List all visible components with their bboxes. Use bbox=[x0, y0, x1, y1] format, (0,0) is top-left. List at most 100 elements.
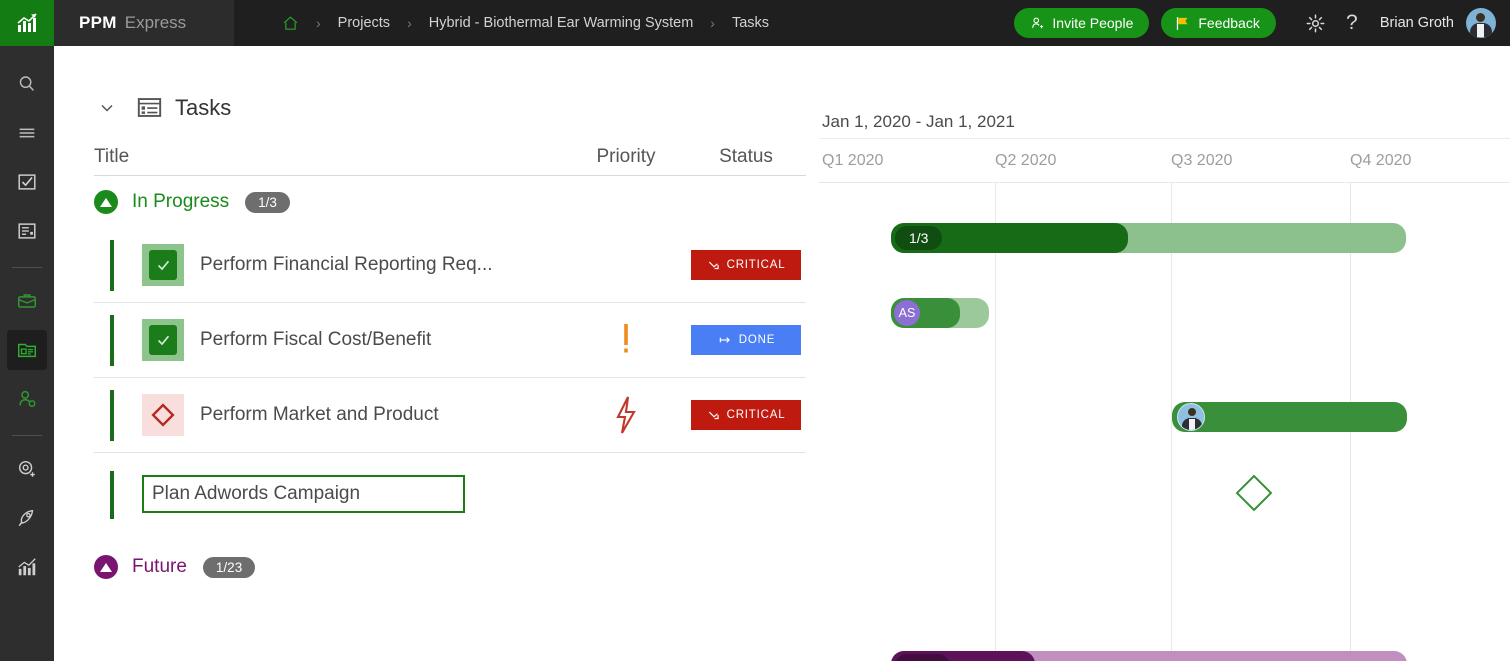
feedback-button[interactable]: Feedback bbox=[1161, 8, 1276, 38]
quarter-label-q2: Q2 2020 bbox=[995, 152, 1057, 169]
row-type-icon[interactable] bbox=[142, 244, 184, 286]
brand-name[interactable]: PPM Express bbox=[54, 0, 234, 46]
settings-button[interactable] bbox=[1298, 5, 1334, 41]
gantt-bar-future-summary[interactable]: 1/23 bbox=[891, 651, 1407, 661]
dashboard-folder-icon bbox=[18, 343, 36, 358]
table-row[interactable]: Perform Financial Reporting Req... CRITI… bbox=[94, 228, 806, 303]
row-color-bar bbox=[110, 390, 114, 441]
task-status-cell[interactable]: DONE bbox=[686, 325, 806, 355]
quarter-label-q4: Q4 2020 bbox=[1350, 152, 1412, 169]
group-name-in-progress: In Progress bbox=[132, 191, 230, 212]
new-task-row bbox=[94, 453, 806, 535]
help-button[interactable]: ? bbox=[1334, 5, 1370, 41]
group-header-in-progress[interactable]: In Progress 1/3 bbox=[94, 176, 819, 228]
sidebar-divider-2 bbox=[12, 435, 42, 436]
new-task-input[interactable] bbox=[142, 475, 465, 513]
checkbox-checked-icon[interactable] bbox=[142, 244, 184, 286]
breadcrumb-separator-1: › bbox=[316, 15, 321, 31]
status-badge[interactable]: CRITICAL bbox=[691, 400, 801, 430]
breadcrumb-tasks[interactable]: Tasks bbox=[732, 15, 769, 31]
table-row[interactable]: Perform Market and Product CRITICAL bbox=[94, 378, 806, 453]
task-priority-cell[interactable] bbox=[566, 395, 686, 435]
triangle-up-icon bbox=[100, 562, 112, 572]
invite-people-button[interactable]: Invite People bbox=[1014, 8, 1150, 38]
avatar-shirt bbox=[1189, 419, 1195, 430]
gantt-bar-fiscal-cost-benefit[interactable] bbox=[1172, 402, 1407, 432]
triangle-up-icon bbox=[100, 197, 112, 207]
breadcrumb-home[interactable] bbox=[282, 15, 299, 32]
search-icon bbox=[19, 76, 34, 91]
sidebar-item-menu[interactable] bbox=[7, 113, 47, 153]
table-view-icon-wrap[interactable] bbox=[136, 94, 163, 121]
group-toggle-in-progress[interactable] bbox=[94, 190, 118, 214]
assignee-avatar-photo[interactable] bbox=[1177, 403, 1205, 431]
row-type-icon[interactable] bbox=[142, 394, 184, 436]
row-type-icon[interactable] bbox=[142, 319, 184, 361]
sidebar-item-resources[interactable] bbox=[7, 379, 47, 419]
task-status-cell[interactable]: CRITICAL bbox=[686, 400, 806, 430]
gantt-bar-financial-reporting[interactable]: AS bbox=[891, 298, 989, 328]
sidebar-item-my-tasks[interactable] bbox=[7, 162, 47, 202]
status-badge[interactable]: CRITICAL bbox=[691, 250, 801, 280]
task-status-cell[interactable]: CRITICAL bbox=[686, 250, 806, 280]
rocket-icon bbox=[18, 509, 34, 527]
row-color-bar bbox=[110, 240, 114, 291]
exclamation-icon bbox=[624, 324, 628, 353]
milestone-diamond-icon[interactable] bbox=[142, 394, 184, 436]
hamburger-menu-icon bbox=[19, 128, 35, 138]
breadcrumb-project-name[interactable]: Hybrid - Biothermal Ear Warming System bbox=[429, 15, 694, 31]
task-title: Perform Market and Product bbox=[200, 404, 439, 425]
sidebar-item-portfolio-dashboard[interactable] bbox=[7, 330, 47, 370]
arrow-right-icon bbox=[719, 337, 730, 343]
user-avatar[interactable] bbox=[1466, 8, 1496, 38]
chevron-down-icon bbox=[101, 104, 113, 112]
lightning-bolt-icon bbox=[616, 396, 636, 434]
group-name-future: Future bbox=[132, 556, 187, 577]
gantt-bar-label: 1/3 bbox=[895, 226, 943, 250]
gantt-quarter-header: Q1 2020 Q2 2020 Q3 2020 Q4 2020 bbox=[819, 138, 1510, 182]
breadcrumb-separator-3: › bbox=[710, 15, 715, 31]
sidebar-item-goals[interactable] bbox=[7, 449, 47, 489]
task-title: Perform Financial Reporting Req... bbox=[200, 254, 493, 275]
arrow-down-right-icon bbox=[708, 261, 719, 270]
person-gear-icon bbox=[19, 390, 36, 408]
person-add-icon bbox=[1032, 17, 1044, 28]
sidebar-item-reports[interactable] bbox=[7, 211, 47, 251]
column-headers: Title Priority Status bbox=[94, 146, 806, 176]
gantt-date-range: Jan 1, 2020 - Jan 1, 2021 bbox=[822, 112, 1015, 131]
user-name-label: Brian Groth bbox=[1379, 15, 1454, 31]
flag-icon bbox=[1177, 16, 1188, 30]
collapse-panel-button[interactable] bbox=[94, 95, 120, 121]
table-row[interactable]: Perform Fiscal Cost/Benefit DONE bbox=[94, 303, 806, 378]
app-logo[interactable] bbox=[0, 0, 54, 46]
row-color-bar bbox=[110, 315, 114, 366]
breadcrumb-projects[interactable]: Projects bbox=[338, 15, 390, 31]
task-title: Perform Fiscal Cost/Benefit bbox=[200, 329, 432, 350]
group-header-future[interactable]: Future 1/23 bbox=[94, 541, 819, 593]
checkbox-checked-icon[interactable] bbox=[142, 319, 184, 361]
quarter-label-q1: Q1 2020 bbox=[822, 152, 884, 169]
sidebar-item-search[interactable] bbox=[7, 64, 47, 104]
brand-primary: PPM bbox=[79, 13, 117, 32]
gantt-bar-in-progress-summary[interactable]: 1/3 bbox=[891, 223, 1406, 253]
group-badge-in-progress: 1/3 bbox=[245, 191, 290, 213]
gantt-timeline-body: 1/3 AS 1/23 bbox=[819, 182, 1510, 661]
task-priority-cell[interactable] bbox=[566, 323, 686, 357]
gantt-milestone-market-product[interactable] bbox=[1235, 474, 1273, 512]
sidebar-item-projects[interactable] bbox=[7, 281, 47, 321]
top-navigation-bar: PPM Express › Projects › Hybrid - Biothe… bbox=[0, 0, 1510, 46]
sidebar-item-launch[interactable] bbox=[7, 498, 47, 538]
tasks-grid-panel: Tasks Title Priority Status In Progress … bbox=[54, 46, 819, 661]
assignee-avatar-initials[interactable]: AS bbox=[894, 300, 920, 326]
group-toggle-future[interactable] bbox=[94, 555, 118, 579]
gear-icon bbox=[1306, 14, 1325, 32]
chart-growth-icon bbox=[17, 13, 37, 32]
status-badge[interactable]: DONE bbox=[691, 325, 801, 355]
row-color-bar bbox=[110, 471, 114, 519]
document-list-icon bbox=[18, 223, 36, 239]
group-badge-future: 1/23 bbox=[202, 556, 256, 578]
sidebar-item-analytics[interactable] bbox=[7, 547, 47, 587]
briefcase-icon bbox=[18, 294, 36, 308]
table-view-icon bbox=[137, 98, 162, 117]
gantt-bar-label: 1/23 bbox=[895, 654, 951, 661]
